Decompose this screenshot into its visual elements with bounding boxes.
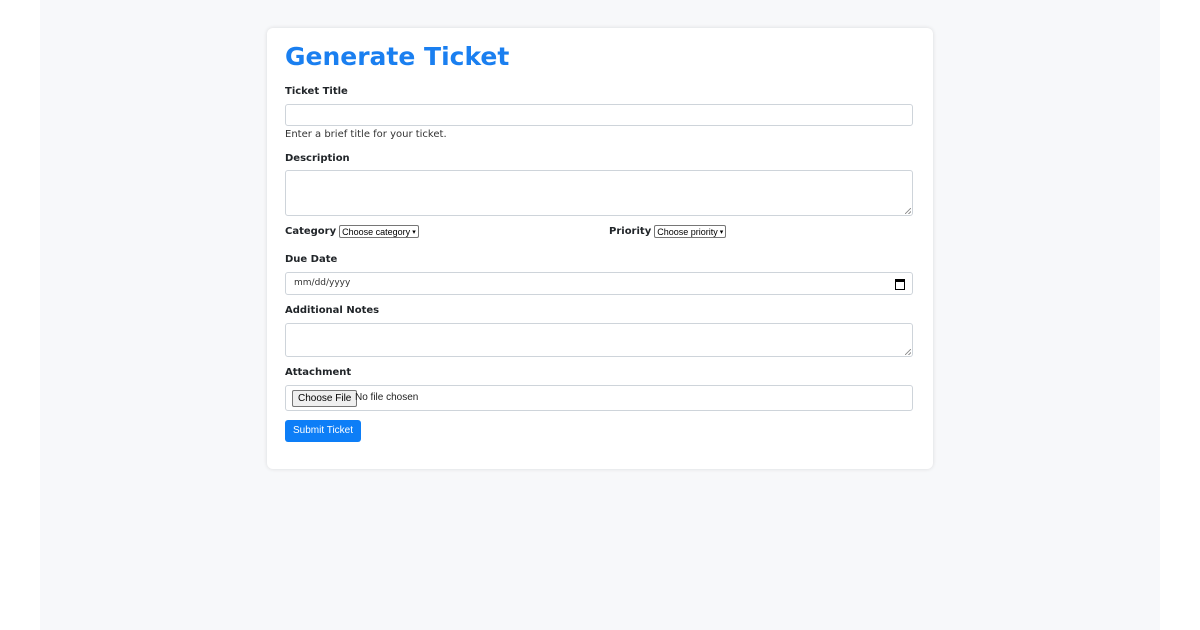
priority-group: Priority Choose priority ▾ <box>609 225 727 238</box>
additional-notes-label: Additional Notes <box>285 305 380 316</box>
resize-grip-icon[interactable] <box>905 349 911 355</box>
ticket-title-label: Ticket Title <box>285 86 348 97</box>
description-label: Description <box>285 153 350 164</box>
category-group: Category Choose category ▾ <box>285 225 419 238</box>
page-background: Generate Ticket Ticket Title Enter a bri… <box>40 0 1160 630</box>
ticket-title-help: Enter a brief title for your ticket. <box>285 129 447 140</box>
attachment-label: Attachment <box>285 367 352 378</box>
category-label: Category <box>285 226 337 237</box>
category-select[interactable]: Choose category ▾ <box>339 225 419 238</box>
submit-ticket-button[interactable]: Submit Ticket <box>285 420 361 442</box>
ticket-title-input[interactable] <box>285 104 913 126</box>
calendar-icon[interactable] <box>895 279 905 290</box>
chevron-down-icon: ▾ <box>719 228 724 236</box>
category-selected-value: Choose category <box>342 226 411 237</box>
page-title: Generate Ticket <box>285 42 510 71</box>
priority-select[interactable]: Choose priority ▾ <box>654 225 727 238</box>
ticket-form-card: Generate Ticket Ticket Title Enter a bri… <box>267 28 933 469</box>
file-status-text: No file chosen <box>355 392 419 403</box>
priority-selected-value: Choose priority <box>657 226 718 237</box>
due-date-input[interactable]: mm/dd/yyyy <box>285 272 913 295</box>
due-date-label: Due Date <box>285 254 338 265</box>
choose-file-button[interactable]: Choose File <box>292 390 358 407</box>
resize-grip-icon[interactable] <box>905 208 911 214</box>
priority-label: Priority <box>609 226 652 237</box>
due-date-placeholder: mm/dd/yyyy <box>294 278 351 288</box>
description-textarea[interactable] <box>285 170 913 216</box>
chevron-down-icon: ▾ <box>412 228 416 236</box>
additional-notes-textarea[interactable] <box>285 323 913 357</box>
attachment-file-input: Choose File No file chosen <box>285 385 913 411</box>
